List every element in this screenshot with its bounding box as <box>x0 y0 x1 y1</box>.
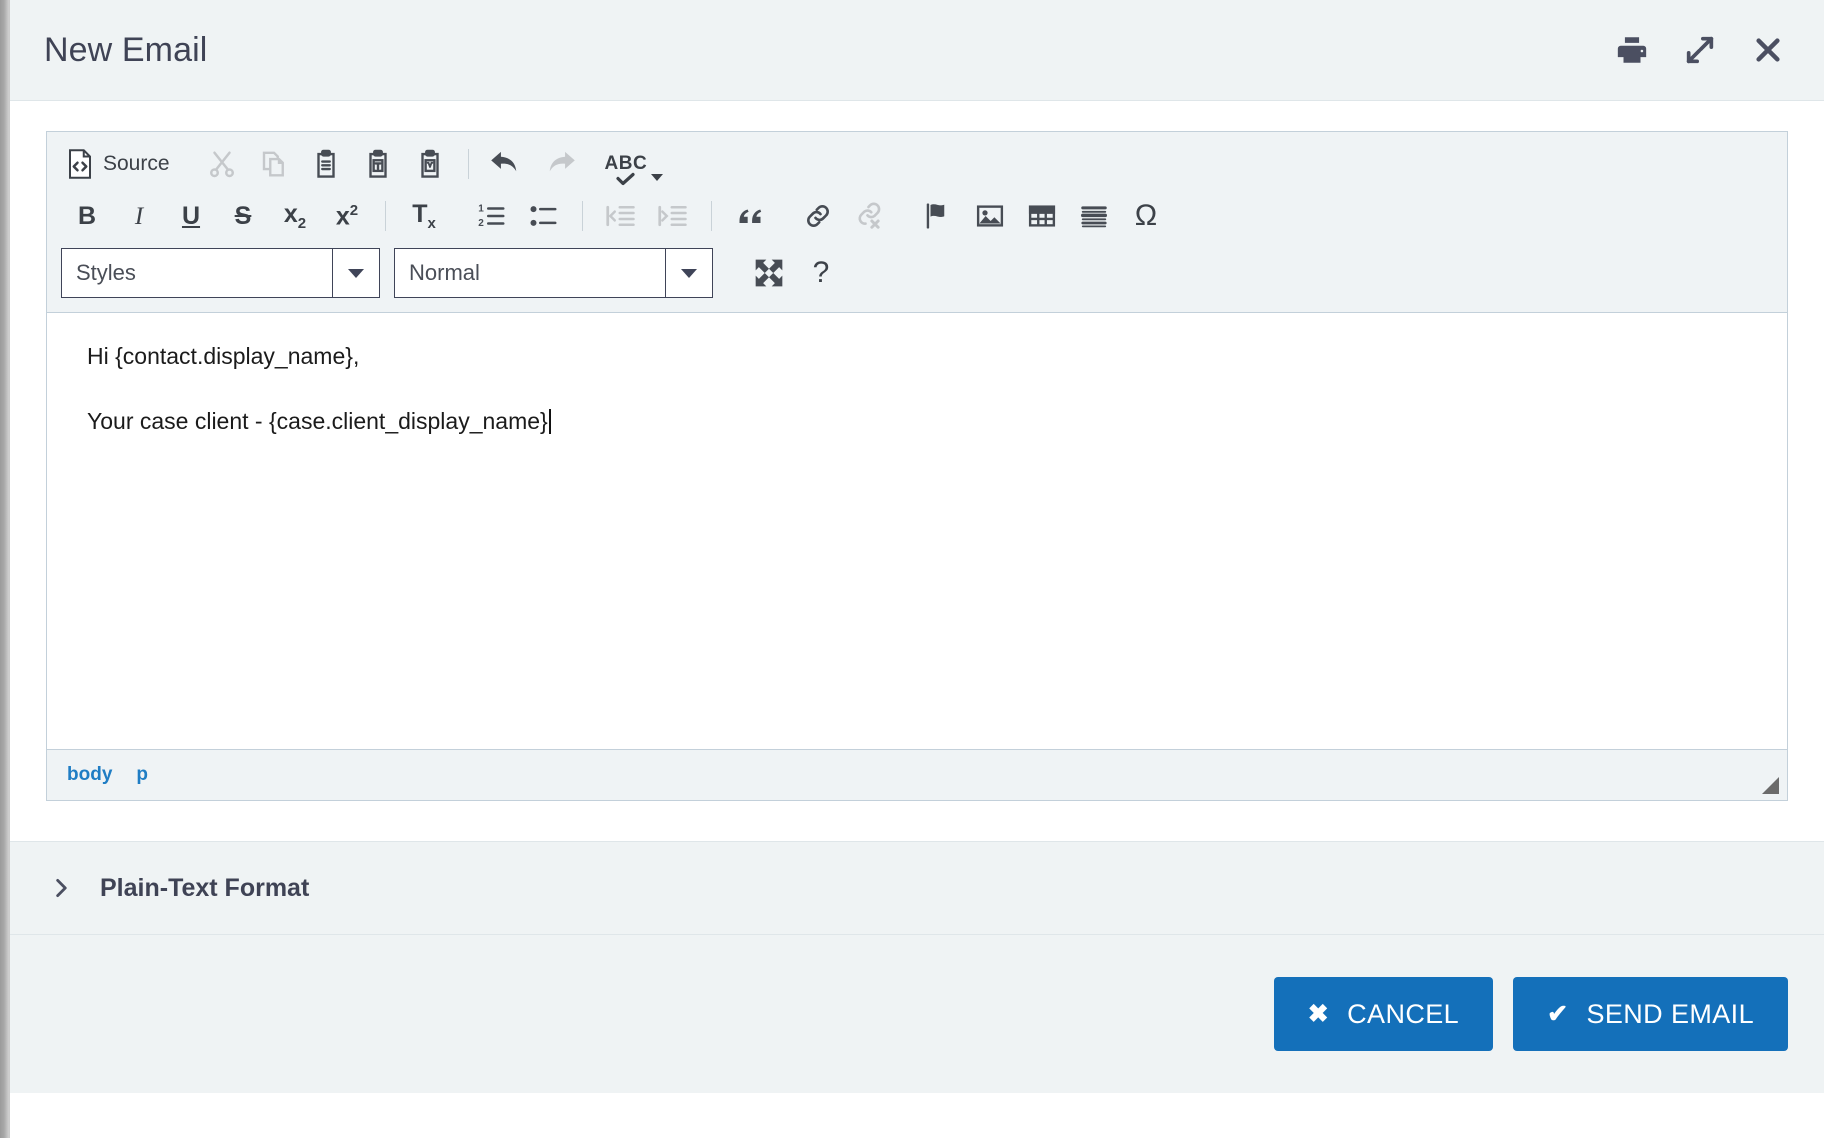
toolbar-row-1: Source ABC <box>47 138 1787 190</box>
expand-icon[interactable] <box>1682 32 1718 68</box>
chevron-right-icon <box>52 875 72 901</box>
subscript-index: 2 <box>297 214 307 232</box>
styles-dropdown-arrow[interactable] <box>332 249 379 297</box>
spell-check-label: ABC <box>604 153 648 174</box>
spell-check-icon[interactable]: ABC <box>601 142 668 186</box>
superscript-base: x <box>335 202 350 231</box>
anchor-flag-icon[interactable] <box>912 194 964 238</box>
modal-body: Source ABC B I U S x2 x2 Tx 1 2 Ω Styles… <box>10 101 1824 841</box>
italic-label: I <box>134 202 144 230</box>
element-path-p[interactable]: p <box>136 764 148 786</box>
image-icon[interactable] <box>964 194 1016 238</box>
bulleted-list-icon[interactable] <box>518 194 570 238</box>
cut-icon[interactable] <box>196 142 248 186</box>
cancel-button-label: CANCEL <box>1347 998 1460 1029</box>
omega-glyph: Ω <box>1134 199 1158 232</box>
rich-text-editor: Source ABC B I U S x2 x2 Tx 1 2 Ω Styles… <box>46 131 1788 801</box>
subscript-button[interactable]: x2 <box>269 194 321 238</box>
paragraph-format-value: Normal <box>409 260 480 285</box>
cancel-button[interactable]: ✖ CANCEL <box>1273 977 1494 1051</box>
paragraph-format-arrow[interactable] <box>665 249 712 297</box>
blockquote-icon[interactable] <box>724 194 776 238</box>
styles-dropdown-value: Styles <box>76 260 136 285</box>
copy-icon[interactable] <box>248 142 300 186</box>
bold-label: B <box>77 201 97 230</box>
decrease-indent-icon[interactable] <box>595 194 647 238</box>
underline-label: U <box>181 201 201 230</box>
editor-status-bar: body p <box>47 749 1787 800</box>
bold-button[interactable]: B <box>61 194 113 238</box>
editor-resize-handle[interactable] <box>1762 777 1779 794</box>
new-email-modal: New Email Source ABC B I U S x2 x2 Tx 1 … <box>10 0 1824 1138</box>
send-email-button-label: SEND EMAIL <box>1586 998 1754 1029</box>
email-body-editable[interactable]: Hi {contact.display_name}, Your case cli… <box>47 313 1787 749</box>
element-path-body[interactable]: body <box>67 764 112 786</box>
horizontal-rule-icon[interactable] <box>1068 194 1120 238</box>
superscript-index: 2 <box>349 201 359 219</box>
plain-text-format-label: Plain-Text Format <box>100 873 310 902</box>
page-title: New Email <box>44 30 208 69</box>
undo-icon[interactable] <box>481 142 533 186</box>
email-body-paragraph-2-text: Your case client - {case.client_display_… <box>87 408 548 435</box>
modal-header: New Email <box>10 0 1824 101</box>
remove-format-icon[interactable]: Tx <box>398 194 450 238</box>
header-actions <box>1614 0 1786 100</box>
check-icon: ✔ <box>1547 999 1569 1028</box>
styles-dropdown[interactable]: Styles <box>61 248 380 298</box>
redo-icon[interactable] <box>533 142 585 186</box>
plain-text-format-section[interactable]: Plain-Text Format <box>10 841 1824 935</box>
toolbar-row-2: B I U S x2 x2 Tx 1 2 Ω <box>47 190 1787 242</box>
svg-text:1: 1 <box>478 204 484 215</box>
table-icon[interactable] <box>1016 194 1068 238</box>
increase-indent-icon[interactable] <box>647 194 699 238</box>
strikethrough-label: S <box>234 201 252 230</box>
numbered-list-icon[interactable]: 1 2 <box>466 194 518 238</box>
special-character-icon[interactable]: Ω <box>1120 194 1172 238</box>
editor-toolbar: Source ABC B I U S x2 x2 Tx 1 2 Ω Styles… <box>47 132 1787 313</box>
source-button-label: Source <box>103 152 170 175</box>
paste-as-text-icon[interactable] <box>352 142 404 186</box>
paste-from-word-icon[interactable] <box>404 142 456 186</box>
remove-format-base: T <box>412 199 428 228</box>
superscript-button[interactable]: x2 <box>321 194 373 238</box>
modal-footer: ✖ CANCEL ✔ SEND EMAIL <box>10 935 1824 1093</box>
chevron-down-icon <box>681 268 697 278</box>
help-icon[interactable]: ? <box>795 251 847 295</box>
underline-button[interactable]: U <box>165 194 217 238</box>
maximize-icon[interactable] <box>743 251 795 295</box>
svg-text:2: 2 <box>478 218 484 229</box>
subscript-base: x <box>283 199 298 228</box>
italic-button[interactable]: I <box>113 194 165 238</box>
send-email-button[interactable]: ✔ SEND EMAIL <box>1513 977 1788 1051</box>
source-button[interactable]: Source <box>61 142 180 186</box>
chevron-down-icon <box>651 174 664 181</box>
link-icon[interactable] <box>792 194 844 238</box>
close-icon[interactable] <box>1750 32 1786 68</box>
help-glyph: ? <box>812 256 830 289</box>
chevron-down-icon <box>348 268 364 278</box>
paste-icon[interactable] <box>300 142 352 186</box>
unlink-icon[interactable] <box>844 194 896 238</box>
email-body-paragraph-2: Your case client - {case.client_display_… <box>87 406 1747 437</box>
email-body-paragraph-1: Hi {contact.display_name}, <box>87 343 360 369</box>
strikethrough-button[interactable]: S <box>217 194 269 238</box>
print-icon[interactable] <box>1614 32 1650 68</box>
remove-format-index: x <box>427 214 436 232</box>
close-icon: ✖ <box>1307 999 1330 1028</box>
paragraph-format-dropdown[interactable]: Normal <box>394 248 713 298</box>
toolbar-row-3: Styles Normal ? <box>47 242 1787 304</box>
text-cursor <box>548 409 551 435</box>
